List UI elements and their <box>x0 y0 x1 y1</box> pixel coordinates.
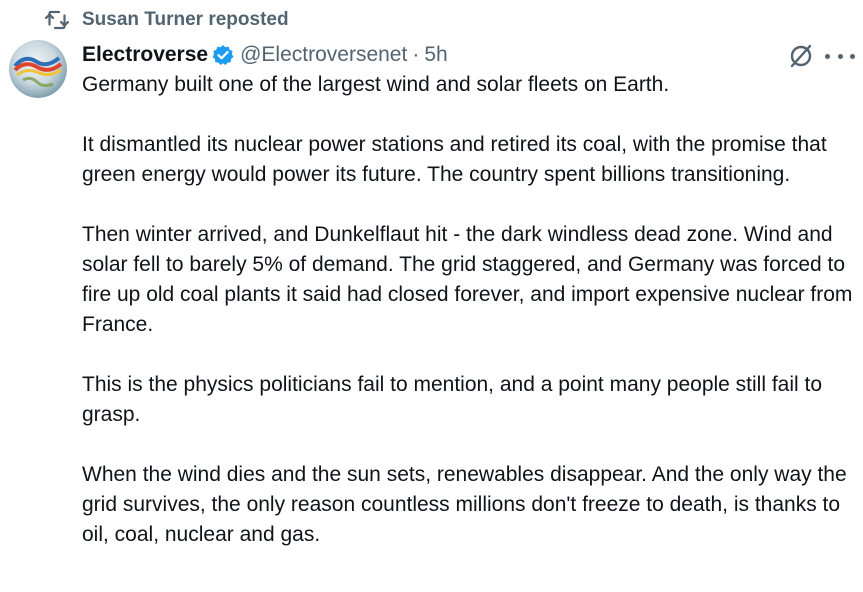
grok-icon[interactable] <box>787 42 815 70</box>
tweet-paragraph: Then winter arrived, and Dunkelflaut hit… <box>82 223 853 336</box>
tweet-text: Germany built one of the largest wind an… <box>82 70 857 550</box>
tweet-paragraph: When the wind dies and the sun sets, ren… <box>82 463 847 546</box>
repost-indicator[interactable]: Susan Turner reposted <box>44 8 289 32</box>
separator-dot: · <box>412 43 420 66</box>
tweet-paragraph: This is the physics politicians fail to … <box>82 373 823 426</box>
tweet-paragraph: It dismantled its nuclear power stations… <box>82 133 827 186</box>
tweet-header: Electroverse @Electroversenet · 5h <box>82 40 863 70</box>
repost-icon <box>44 9 70 31</box>
avatar[interactable] <box>9 40 67 98</box>
timestamp[interactable]: 5h <box>424 43 447 67</box>
more-options-icon[interactable] <box>825 42 855 70</box>
verified-badge-icon[interactable] <box>212 44 234 66</box>
author-handle[interactable]: @Electroversenet <box>240 43 407 67</box>
author-display-name[interactable]: Electroverse <box>82 43 208 67</box>
tweet-paragraph: Germany built one of the largest wind an… <box>82 73 670 96</box>
repost-label: Susan Turner reposted <box>82 9 289 30</box>
